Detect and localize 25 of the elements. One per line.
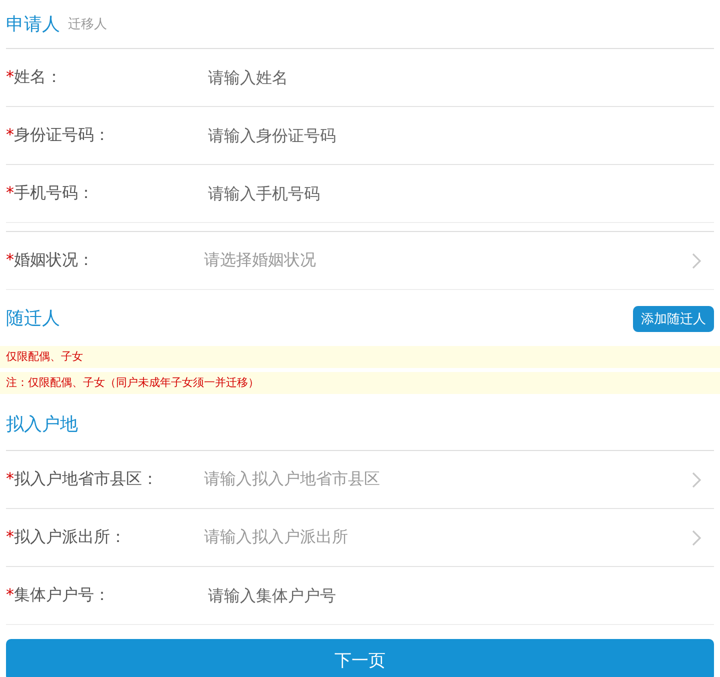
- section-title: 随迁人: [6, 307, 60, 330]
- next-page-button[interactable]: 下一页: [6, 639, 714, 677]
- section-title: 申请人: [6, 13, 60, 36]
- chevron-right-icon: [692, 530, 702, 546]
- input-field[interactable]: 请输入手机号码: [208, 184, 714, 203]
- input-field[interactable]: 请输入身份证号码: [208, 126, 714, 145]
- notice-text: 仅限配偶、子女: [0, 346, 720, 368]
- field-label: *手机号码：: [6, 183, 95, 204]
- chevron-right-icon: [692, 472, 702, 488]
- select-field[interactable]: 请输入拟入户地省市县区: [204, 469, 692, 490]
- field-label: *拟入户地省市县区：: [6, 469, 159, 490]
- notice-text: 注：仅限配偶、子女（同户未成年子女须一并迁移）: [0, 372, 720, 394]
- chevron-right-icon: [692, 252, 702, 268]
- field-label: *集体户户号：: [6, 585, 111, 606]
- input-field[interactable]: 请输入姓名: [208, 68, 714, 87]
- add-companion-button[interactable]: 添加随迁人: [633, 306, 714, 332]
- input-field[interactable]: 请输入集体户户号: [208, 586, 714, 605]
- select-field[interactable]: 请输入拟入户派出所: [204, 527, 692, 548]
- field-label: *婚姻状况：: [6, 250, 95, 271]
- section-subtitle: 迁移人: [68, 16, 107, 33]
- field-label: *拟入户派出所：: [6, 527, 127, 548]
- field-label: *身份证号码：: [6, 125, 111, 146]
- field-label: *姓名：: [6, 67, 63, 88]
- section-title: 拟入户地: [6, 413, 78, 436]
- select-field[interactable]: 请选择婚姻状况: [204, 250, 692, 271]
